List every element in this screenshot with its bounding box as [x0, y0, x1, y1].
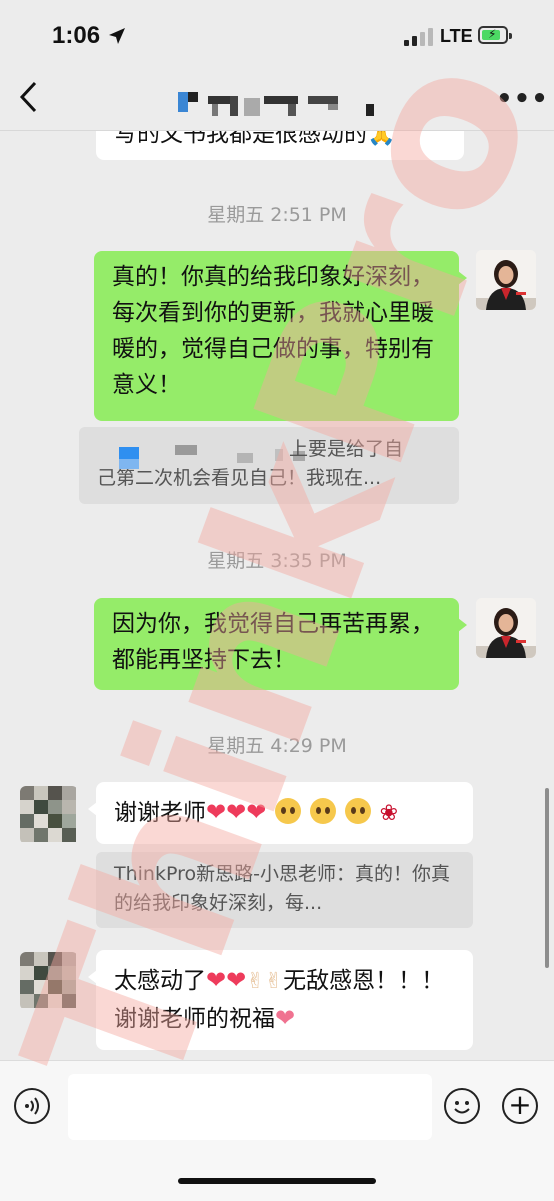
- chat-header: •••: [0, 70, 554, 131]
- status-bar: 1:06 LTE ⚡: [0, 0, 554, 70]
- avatar-self[interactable]: [476, 598, 536, 658]
- home-indicator: [178, 1178, 376, 1184]
- quoted-message[interactable]: ThinkPro新思路-小思老师：真的！你真的给我印象好深刻，每...: [96, 852, 473, 928]
- network-type: LTE: [440, 26, 473, 46]
- teacher-avatar-icon: [476, 250, 536, 310]
- scrollbar[interactable]: [545, 788, 549, 968]
- chevron-left-icon: [19, 81, 37, 113]
- timestamp: 星期五 4:29 PM: [207, 735, 347, 757]
- quote-text: 上要是给了自: [289, 438, 404, 460]
- message-text: 太感动了: [114, 968, 206, 994]
- timestamp: 星期五 2:51 PM: [207, 204, 347, 226]
- pleading-face-emoji-icon: [309, 798, 336, 824]
- pleading-face-emoji-icon: [345, 798, 372, 824]
- message-bubble-received[interactable]: 太感动了❤❤✌✌无敌感恩！！！谢谢老师的祝福❤: [88, 950, 473, 1050]
- pinching-hand-emoji-icon: ✌: [246, 969, 265, 994]
- quoted-message[interactable]: 上要是给了自 己第二次机会看见自己！我现在...: [79, 427, 459, 504]
- teacher-avatar-icon: [476, 598, 536, 658]
- heart-emoji-icon: ❤: [206, 966, 227, 994]
- message-input[interactable]: [68, 1074, 432, 1140]
- signal-strength-icon: [404, 28, 433, 46]
- avatar-contact[interactable]: [20, 952, 78, 1010]
- emoji-button[interactable]: [444, 1088, 480, 1124]
- more-options-button[interactable]: •••: [496, 84, 549, 114]
- smiley-icon: [454, 1101, 470, 1114]
- heart-emoji-icon: ❤: [226, 798, 247, 826]
- location-arrow-icon: [109, 28, 125, 44]
- message-text: 真的！你真的给我印象好深刻，每次看到你的更新，我就心里暖暖的，觉得自己做的事，特…: [112, 264, 434, 398]
- redacted-name-block: [119, 447, 139, 459]
- message-text: 因为你，我觉得自己再苦再累，都能再坚持下去！: [112, 611, 434, 673]
- redacted-name-block: [119, 459, 139, 469]
- message-bubble-sent[interactable]: 因为你，我觉得自己再苦再累，都能再坚持下去！: [94, 598, 467, 690]
- heart-emoji-icon: ❤: [275, 1004, 296, 1032]
- message-bubble-received[interactable]: 谢谢老师❤❤❤ ❀: [88, 782, 473, 844]
- message-bubble-sent[interactable]: 真的！你真的给我印象好深刻，每次看到你的更新，我就心里暖暖的，觉得自己做的事，特…: [94, 251, 467, 421]
- clock: 1:06: [52, 22, 101, 49]
- heart-emoji-icon: ❤: [206, 798, 227, 826]
- voice-icon: [25, 1097, 39, 1115]
- plus-icon: +: [508, 1088, 532, 1121]
- quote-text: 己第二次机会看见自己！我现在...: [97, 467, 382, 489]
- avatar-contact[interactable]: [20, 786, 78, 844]
- message-text: 谢谢老师: [114, 800, 206, 826]
- battery-icon: ⚡: [478, 26, 512, 44]
- heart-emoji-icon: ❤: [246, 798, 267, 826]
- back-button[interactable]: [18, 80, 52, 120]
- chat-title-redacted: [178, 84, 378, 116]
- pixelated-avatar-icon: [20, 786, 76, 842]
- pixelated-avatar-icon: [20, 952, 76, 1008]
- rose-emoji-icon: ❀: [379, 801, 399, 826]
- heart-emoji-icon: ❤: [226, 966, 247, 994]
- quote-text: ThinkPro新思路-小思老师：真的！你真的给我印象好深刻，每...: [114, 863, 450, 914]
- message-list[interactable]: 写的文书我都是很感动的🙏 星期五 2:51 PM 真的！你真的给我印象好深刻，每…: [0, 0, 554, 1060]
- pleading-face-emoji-icon: [274, 798, 301, 824]
- voice-input-button[interactable]: [14, 1088, 50, 1124]
- more-actions-button[interactable]: +: [502, 1088, 538, 1124]
- avatar-self[interactable]: [476, 250, 536, 310]
- pinching-hand-emoji-icon: ✌: [264, 969, 284, 994]
- timestamp: 星期五 3:35 PM: [207, 550, 347, 572]
